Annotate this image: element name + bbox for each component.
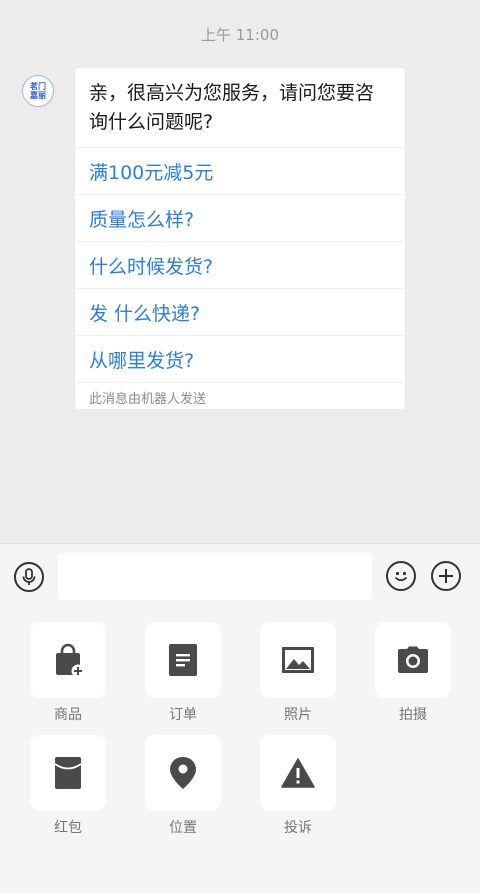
order-document-icon — [169, 644, 197, 676]
product-tile[interactable] — [30, 622, 106, 698]
quick-reply-ship-from[interactable]: 从哪里发货? — [75, 335, 405, 382]
quick-reply-quality[interactable]: 质量怎么样? — [75, 194, 405, 241]
location-pin-icon — [170, 757, 196, 789]
order-tile[interactable] — [145, 622, 221, 698]
function-panel: 商品 订单 照片 拍摄 红包 位置 投诉 — [0, 609, 480, 893]
message-input[interactable] — [58, 553, 372, 600]
input-bar — [0, 543, 480, 609]
message-timestamp: 上午 11:00 — [201, 26, 279, 44]
message-bubble: 亲，很高兴为您服务，请问您要咨询什么问题呢? 满100元减5元 质量怎么样? 什… — [75, 68, 405, 409]
camera-icon — [398, 646, 428, 673]
red-envelope-icon — [54, 757, 82, 789]
panel-label: 位置 — [169, 820, 197, 836]
quick-reply-courier[interactable]: 发 什么快递? — [75, 288, 405, 335]
panel-item-location[interactable]: 位置 — [145, 735, 221, 837]
panel-label: 红包 — [54, 820, 82, 836]
panel-label: 商品 — [54, 707, 82, 723]
photo-tile[interactable] — [260, 622, 336, 698]
avatar-text-line-1: 茗门 — [30, 82, 46, 91]
photo-icon — [282, 647, 314, 673]
panel-label: 照片 — [284, 707, 312, 723]
panel-item-order[interactable]: 订单 — [145, 622, 221, 724]
panel-label: 投诉 — [284, 820, 312, 836]
location-tile[interactable] — [145, 735, 221, 811]
shopping-bag-icon — [56, 643, 85, 677]
panel-label: 订单 — [169, 707, 197, 723]
chat-area: 上午 11:00 茗门 嘉丽 亲，很高兴为您服务，请问您要咨询什么问题呢? 满1… — [0, 0, 480, 543]
microphone-icon — [22, 568, 36, 585]
voice-button[interactable] — [14, 562, 44, 592]
emoji-icon — [394, 571, 408, 582]
red-envelope-tile[interactable] — [30, 735, 106, 811]
warning-icon — [281, 758, 315, 788]
shop-avatar[interactable]: 茗门 嘉丽 — [22, 75, 54, 107]
panel-item-red-envelope[interactable]: 红包 — [30, 735, 106, 837]
plus-icon — [439, 569, 453, 583]
emoji-button[interactable] — [386, 561, 416, 591]
quick-reply-ship-time[interactable]: 什么时候发货? — [75, 241, 405, 288]
greeting-text: 亲，很高兴为您服务，请问您要咨询什么问题呢? — [89, 82, 375, 133]
avatar-text-line-2: 嘉丽 — [30, 91, 46, 100]
more-button[interactable] — [431, 561, 461, 591]
robot-note: 此消息由机器人发送 — [75, 382, 405, 409]
panel-item-product[interactable]: 商品 — [30, 622, 106, 724]
camera-tile[interactable] — [375, 622, 451, 698]
panel-label: 拍摄 — [399, 707, 427, 723]
quick-reply-discount[interactable]: 满100元减5元 — [75, 147, 405, 194]
panel-item-complaint[interactable]: 投诉 — [260, 735, 336, 837]
panel-item-camera[interactable]: 拍摄 — [375, 622, 451, 724]
panel-item-photo[interactable]: 照片 — [260, 622, 336, 724]
complaint-tile[interactable] — [260, 735, 336, 811]
